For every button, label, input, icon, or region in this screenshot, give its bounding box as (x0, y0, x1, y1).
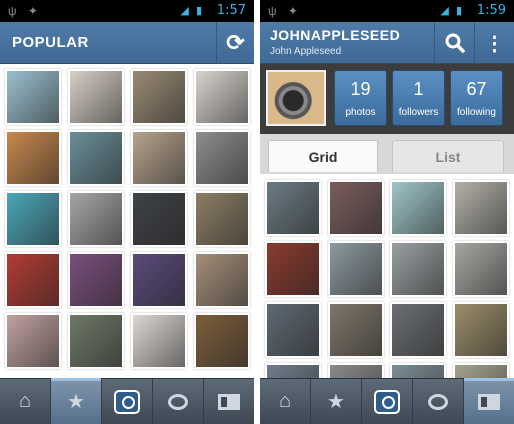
more-icon: ⋮ (484, 32, 505, 55)
photo-thumbnail[interactable] (265, 302, 322, 358)
photo-thumbnail[interactable] (193, 252, 250, 308)
photo-thumbnail[interactable] (130, 191, 187, 247)
photo-thumbnail[interactable] (390, 302, 447, 358)
stat-following[interactable]: 67 following (450, 70, 503, 126)
stat-photos-count: 19 (350, 79, 371, 99)
photo-thumbnail[interactable] (4, 130, 61, 186)
username: JOHNAPPLESEED (270, 27, 401, 43)
stat-followers[interactable]: 1 followers (392, 70, 445, 126)
photo-thumbnail[interactable] (130, 69, 187, 125)
status-time: 1:57 (216, 3, 246, 18)
photo-thumbnail[interactable] (452, 180, 509, 236)
photo-thumbnail[interactable] (130, 252, 187, 308)
nav-profile[interactable] (464, 378, 514, 424)
search-button[interactable] (434, 22, 474, 64)
nav-home[interactable]: ⌂ (0, 379, 51, 424)
status-bar: ψ ✦ ◢ ▮ 1:57 (0, 0, 254, 22)
photo-thumbnail[interactable] (265, 241, 322, 297)
photo-thumbnail[interactable] (67, 313, 124, 369)
bottom-nav: ⌂ ★ (0, 378, 254, 424)
tab-grid[interactable]: Grid (268, 140, 378, 172)
stat-followers-label: followers (398, 107, 439, 118)
signal-icon: ◢ ▮ (440, 5, 464, 17)
photo-thumbnail[interactable] (4, 252, 61, 308)
avatar[interactable] (266, 70, 326, 126)
camera-icon (114, 389, 140, 414)
photo-thumbnail[interactable] (67, 252, 124, 308)
page-title: POPULAR (12, 34, 89, 51)
photo-thumbnail[interactable] (193, 69, 250, 125)
photo-thumbnail[interactable] (390, 241, 447, 297)
nav-camera[interactable] (102, 379, 153, 424)
stat-following-count: 67 (466, 79, 487, 99)
nav-popular[interactable]: ★ (311, 379, 362, 424)
home-icon: ⌂ (18, 390, 32, 412)
photo-thumbnail[interactable] (67, 69, 124, 125)
refresh-icon: ⟳ (226, 30, 245, 55)
search-icon (445, 33, 465, 53)
top-bar: POPULAR ⟳ (0, 22, 254, 64)
stat-following-label: following (457, 107, 496, 118)
home-icon: ⌂ (278, 390, 292, 412)
tab-list[interactable]: List (392, 140, 504, 172)
nav-profile[interactable] (204, 379, 254, 424)
nav-news[interactable] (153, 379, 204, 424)
photo-thumbnail[interactable] (452, 302, 509, 358)
photo-thumbnail[interactable] (193, 191, 250, 247)
photo-thumbnail[interactable] (4, 69, 61, 125)
bottom-nav: ⌂ ★ (260, 378, 514, 424)
photo-thumbnail[interactable] (67, 191, 124, 247)
profile-header: 19 photos 1 followers 67 following (260, 64, 514, 134)
bubble-icon (428, 393, 448, 410)
photo-thumbnail[interactable] (130, 130, 187, 186)
stat-followers-count: 1 (413, 79, 424, 99)
popular-photo-grid (0, 64, 254, 378)
star-icon: ★ (67, 391, 85, 413)
photo-thumbnail[interactable] (4, 313, 61, 369)
status-bar: ψ ✦ ◢ ▮ 1:59 (260, 0, 514, 22)
photo-thumbnail[interactable] (130, 313, 187, 369)
photo-thumbnail[interactable] (265, 180, 322, 236)
view-tabs: Grid List (260, 134, 514, 174)
full-name: John Appleseed (270, 46, 342, 57)
photo-thumbnail[interactable] (327, 180, 384, 236)
photo-thumbnail[interactable] (327, 302, 384, 358)
nav-home[interactable]: ⌂ (260, 379, 311, 424)
nav-popular[interactable]: ★ (51, 378, 102, 424)
news-icon (478, 393, 500, 410)
profile-photo-grid (260, 174, 514, 419)
signal-icon: ◢ ▮ (180, 5, 204, 17)
popular-screen: ψ ✦ ◢ ▮ 1:57 POPULAR ⟳ ⌂ ★ (0, 0, 254, 424)
nav-camera[interactable] (362, 379, 413, 424)
photo-thumbnail[interactable] (67, 130, 124, 186)
photo-thumbnail[interactable] (452, 241, 509, 297)
status-time: 1:59 (476, 3, 506, 18)
stat-photos-label: photos (345, 107, 376, 118)
refresh-button[interactable]: ⟳ (216, 22, 254, 64)
news-icon (218, 393, 240, 410)
bubble-icon (168, 393, 188, 410)
usb-icon: ψ ✦ (8, 4, 42, 18)
star-icon: ★ (327, 391, 345, 413)
photo-thumbnail[interactable] (193, 313, 250, 369)
top-bar: JOHNAPPLESEED John Appleseed ⋮ (260, 22, 514, 64)
stat-photos[interactable]: 19 photos (334, 70, 387, 126)
usb-icon: ψ ✦ (268, 4, 302, 18)
photo-thumbnail[interactable] (193, 130, 250, 186)
photo-thumbnail[interactable] (4, 191, 61, 247)
profile-screen: ψ ✦ ◢ ▮ 1:59 JOHNAPPLESEED John Applesee… (260, 0, 514, 424)
menu-button[interactable]: ⋮ (474, 22, 514, 64)
camera-icon (374, 389, 400, 414)
nav-news[interactable] (413, 379, 464, 424)
photo-thumbnail[interactable] (327, 241, 384, 297)
photo-thumbnail[interactable] (390, 180, 447, 236)
